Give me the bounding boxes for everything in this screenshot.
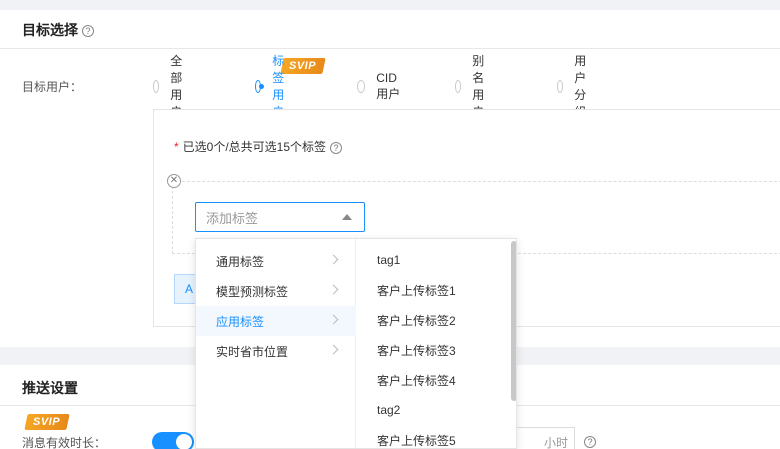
help-icon[interactable]: ? xyxy=(330,141,343,154)
expiry-unit: 小时 xyxy=(543,436,568,449)
category-label: 模型预测标签 xyxy=(216,284,289,299)
tag-option[interactable]: 客户上传标签3 xyxy=(377,335,456,365)
category-realtime-location[interactable]: 实时省市位置 xyxy=(196,336,356,366)
radio-circle[interactable] xyxy=(255,79,265,93)
category-app[interactable]: 应用标签 xyxy=(196,306,356,336)
radio-alias-users[interactable]: 别名用户 xyxy=(455,54,491,119)
remove-group-icon[interactable]: ✕ xyxy=(167,174,181,188)
radio-label: CID用户 xyxy=(376,70,401,101)
push-section-title: 推送设置 xyxy=(22,380,78,396)
radio-circle[interactable] xyxy=(153,79,160,93)
chevron-right-icon xyxy=(328,344,339,355)
tag-option[interactable]: 客户上传标签5 xyxy=(377,425,456,448)
tag-option[interactable]: 客户上传标签1 xyxy=(377,275,456,305)
radio-tag-users[interactable]: 标签用户 xyxy=(255,54,291,119)
svip-badge-text: SVIP xyxy=(289,60,317,72)
tag-option[interactable]: 客户上传标签2 xyxy=(377,305,456,335)
radio-circle[interactable] xyxy=(557,79,564,93)
chevron-right-icon xyxy=(328,314,339,325)
radio-circle[interactable] xyxy=(357,79,366,93)
radio-user-groups[interactable]: 用户分组 xyxy=(557,54,593,119)
chevron-right-icon xyxy=(328,254,339,265)
tag-option-list: tag1 客户上传标签1 客户上传标签2 客户上传标签3 客户上传标签4 tag… xyxy=(357,239,516,448)
help-icon[interactable]: ? xyxy=(82,25,94,38)
tag-option[interactable]: tag2 xyxy=(377,395,400,425)
divider xyxy=(0,48,780,49)
expiry-label: 消息有效时长： xyxy=(22,436,107,449)
radio-cid-users[interactable]: CID用户 xyxy=(357,71,402,101)
category-label: 实时省市位置 xyxy=(216,344,289,359)
target-user-label: 目标用户： xyxy=(22,80,83,94)
expiry-toggle[interactable] xyxy=(152,432,194,449)
target-title-text: 目标选择 xyxy=(22,22,78,38)
tag-category-list: 通用标签 模型预测标签 应用标签 实时省市位置 xyxy=(196,239,356,448)
target-section-title: 目标选择? xyxy=(22,20,94,40)
tag-count-text: 已选0个/总共可选15个标签 xyxy=(182,140,327,154)
radio-all-users[interactable]: 全部用户 xyxy=(153,54,189,119)
category-general[interactable]: 通用标签 xyxy=(196,246,356,276)
category-label: 应用标签 xyxy=(216,314,265,329)
category-model-predicted[interactable]: 模型预测标签 xyxy=(196,276,356,306)
add-tag-select[interactable]: 添加标签 xyxy=(195,202,365,232)
tag-option[interactable]: 客户上传标签4 xyxy=(377,365,456,395)
tag-cascader-dropdown: 通用标签 模型预测标签 应用标签 实时省市位置 tag1 客户上传标签1 客户上… xyxy=(195,238,517,449)
svip-badge-text: SVIP xyxy=(33,416,61,428)
category-label: 通用标签 xyxy=(216,254,265,269)
caret-up-icon xyxy=(342,214,352,220)
scrollbar-thumb[interactable] xyxy=(511,241,516,401)
chevron-right-icon xyxy=(328,284,339,295)
svip-badge: SVIP xyxy=(24,414,70,430)
help-icon[interactable]: ? xyxy=(584,436,596,448)
required-mark: * xyxy=(174,140,179,154)
tag-option[interactable]: tag1 xyxy=(377,245,400,275)
tag-count-hint: * 已选0个/总共可选15个标签? xyxy=(174,138,343,155)
select-placeholder: 添加标签 xyxy=(206,210,259,226)
radio-circle[interactable] xyxy=(455,79,462,93)
